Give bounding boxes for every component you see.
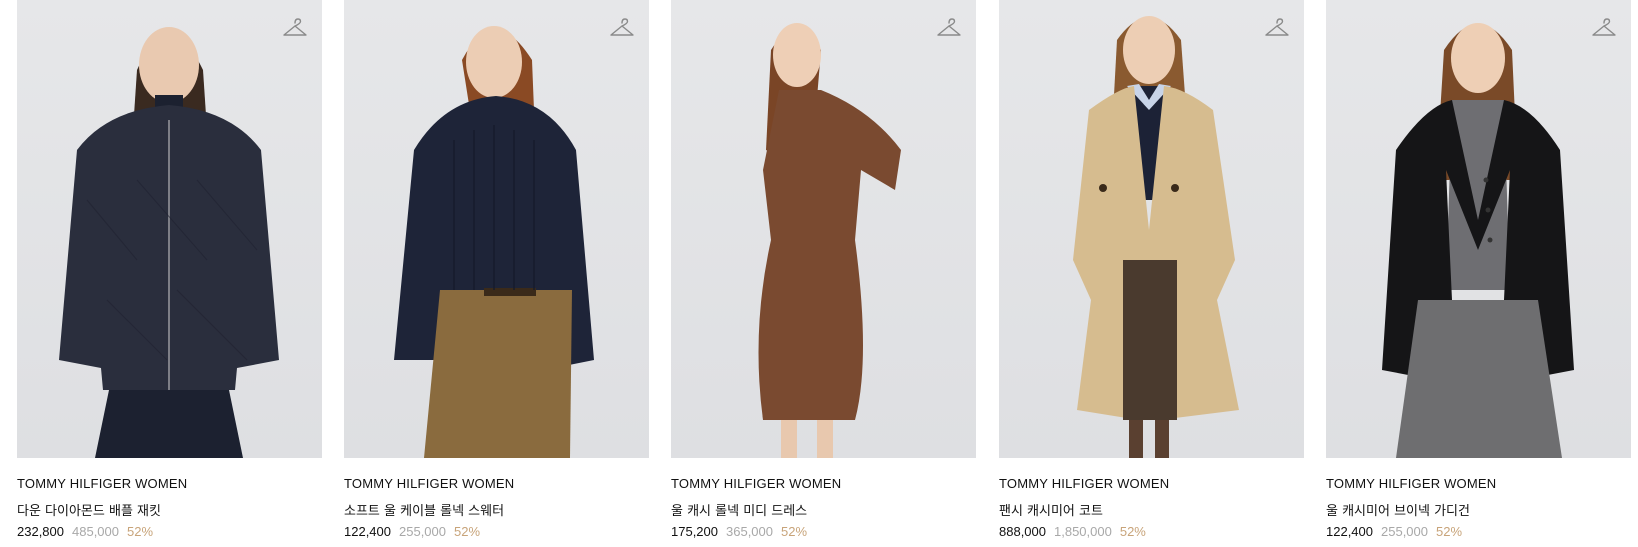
model-figure — [1382, 23, 1574, 458]
price-row: 175,200 365,000 52% — [671, 524, 807, 539]
model-figure — [1073, 16, 1239, 458]
hanger-icon[interactable] — [936, 16, 962, 40]
product-brand[interactable]: TOMMY HILFIGER WOMEN — [1326, 476, 1496, 491]
model-figure — [394, 26, 594, 458]
product-card[interactable]: TOMMY HILFIGER WOMEN 다운 다이아몬드 배플 재킷 232,… — [17, 0, 322, 547]
product-image[interactable] — [17, 0, 322, 458]
price-row: 122,400 255,000 52% — [344, 524, 480, 539]
product-name[interactable]: 다운 다이아몬드 배플 재킷 — [17, 500, 161, 519]
product-card[interactable]: TOMMY HILFIGER WOMEN 울 캐시미어 브이넥 가디건 122,… — [1326, 0, 1631, 547]
product-brand[interactable]: TOMMY HILFIGER WOMEN — [17, 476, 187, 491]
sale-price: 888,000 — [999, 524, 1046, 539]
discount-rate: 52% — [1436, 524, 1463, 539]
product-brand[interactable]: TOMMY HILFIGER WOMEN — [344, 476, 514, 491]
original-price: 485,000 — [72, 524, 119, 539]
model-figure — [59, 27, 279, 458]
original-price: 255,000 — [1381, 524, 1428, 539]
discount-rate: 52% — [454, 524, 481, 539]
product-name[interactable]: 소프트 울 케이블 롤넥 스웨터 — [344, 500, 504, 519]
model-figure — [758, 23, 901, 458]
hanger-icon[interactable] — [609, 16, 635, 40]
product-image[interactable] — [1326, 0, 1631, 458]
sale-price: 122,400 — [1326, 524, 1373, 539]
product-grid: TOMMY HILFIGER WOMEN 다운 다이아몬드 배플 재킷 232,… — [0, 0, 1638, 547]
discount-rate: 52% — [781, 524, 808, 539]
product-image[interactable] — [671, 0, 976, 458]
original-price: 365,000 — [726, 524, 773, 539]
price-row: 232,800 485,000 52% — [17, 524, 153, 539]
product-card[interactable]: TOMMY HILFIGER WOMEN 울 캐시 롤넥 미디 드레스 175,… — [671, 0, 976, 547]
hanger-icon[interactable] — [1264, 16, 1290, 40]
price-row: 888,000 1,850,000 52% — [999, 524, 1146, 539]
sale-price: 122,400 — [344, 524, 391, 539]
product-card[interactable]: TOMMY HILFIGER WOMEN 팬시 캐시미어 코트 888,000 1… — [999, 0, 1304, 547]
product-image[interactable] — [344, 0, 649, 458]
product-name[interactable]: 울 캐시미어 브이넥 가디건 — [1326, 500, 1470, 519]
product-name[interactable]: 울 캐시 롤넥 미디 드레스 — [671, 500, 807, 519]
product-brand[interactable]: TOMMY HILFIGER WOMEN — [999, 476, 1169, 491]
product-brand[interactable]: TOMMY HILFIGER WOMEN — [671, 476, 841, 491]
sale-price: 175,200 — [671, 524, 718, 539]
product-image[interactable] — [999, 0, 1304, 458]
hanger-icon[interactable] — [282, 16, 308, 40]
discount-rate: 52% — [1119, 524, 1146, 539]
price-row: 122,400 255,000 52% — [1326, 524, 1462, 539]
hanger-icon[interactable] — [1591, 16, 1617, 40]
product-name[interactable]: 팬시 캐시미어 코트 — [999, 500, 1103, 519]
sale-price: 232,800 — [17, 524, 64, 539]
original-price: 255,000 — [399, 524, 446, 539]
product-card[interactable]: TOMMY HILFIGER WOMEN 소프트 울 케이블 롤넥 스웨터 12… — [344, 0, 649, 547]
original-price: 1,850,000 — [1054, 524, 1112, 539]
discount-rate: 52% — [127, 524, 154, 539]
